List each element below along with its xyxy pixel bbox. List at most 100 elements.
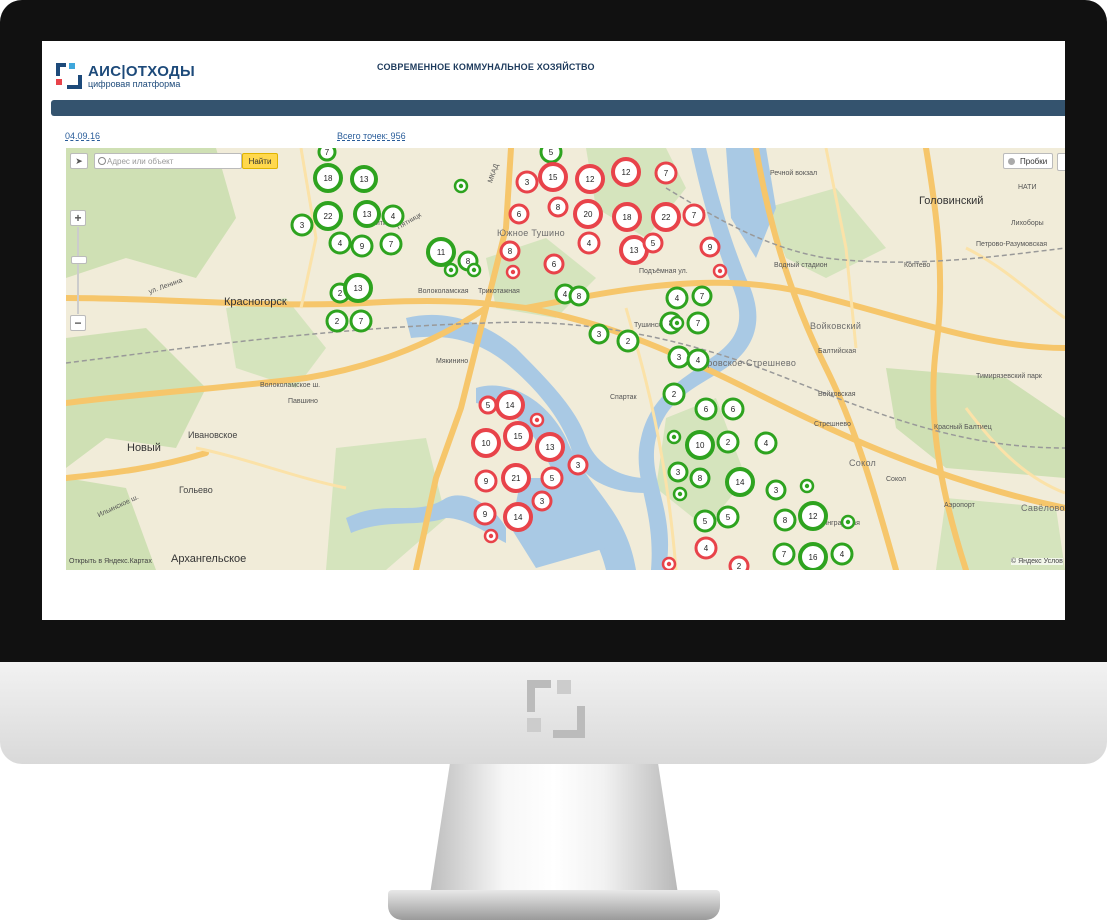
geolocation-button[interactable]: ➤ xyxy=(70,153,88,169)
cluster-marker[interactable]: 18 xyxy=(612,202,642,232)
points-total-link[interactable]: Всего точек: 956 xyxy=(337,131,406,141)
find-button[interactable]: Найти xyxy=(242,153,278,169)
cluster-marker[interactable]: 13 xyxy=(350,165,378,193)
cluster-marker[interactable]: 8 xyxy=(773,508,797,532)
cluster-marker[interactable]: 4 xyxy=(694,536,718,560)
cluster-marker[interactable]: 2 xyxy=(716,430,740,454)
cluster-marker[interactable]: 3 xyxy=(667,461,689,483)
cluster-marker[interactable]: 8 xyxy=(689,467,711,489)
cluster-marker[interactable]: 3 xyxy=(531,490,553,512)
cluster-marker[interactable]: 3 xyxy=(667,345,691,369)
cluster-marker[interactable]: 5 xyxy=(716,505,740,529)
cluster-marker[interactable]: 14 xyxy=(495,390,525,420)
cluster-marker[interactable]: 2 xyxy=(662,382,686,406)
cluster-marker[interactable]: 9 xyxy=(350,234,374,258)
layers-button[interactable] xyxy=(1057,153,1065,171)
cluster-marker[interactable]: 5 xyxy=(478,395,498,415)
cluster-marker[interactable]: 13 xyxy=(343,273,373,303)
app-logo[interactable]: АИС|ОТХОДЫ цифровая платформа xyxy=(56,63,195,89)
cluster-marker[interactable]: 4 xyxy=(381,204,405,228)
single-point-marker[interactable] xyxy=(799,478,815,494)
cluster-marker[interactable]: 12 xyxy=(575,164,605,194)
cluster-marker[interactable]: 20 xyxy=(573,199,603,229)
search-input[interactable]: Адрес или объект xyxy=(94,153,242,169)
cluster-marker[interactable]: 7 xyxy=(682,203,706,227)
cluster-marker[interactable]: 8 xyxy=(568,285,590,307)
map-view[interactable]: Красногорск Головинский Войковский Сокол… xyxy=(66,148,1065,570)
single-point-marker[interactable] xyxy=(505,264,521,280)
single-point-marker[interactable] xyxy=(443,262,459,278)
cluster-marker[interactable]: 22 xyxy=(313,201,343,231)
single-point-marker[interactable] xyxy=(712,263,728,279)
zoom-out-button[interactable]: − xyxy=(70,315,86,331)
zoom-slider-track[interactable] xyxy=(77,227,79,314)
zoom-slider-handle[interactable] xyxy=(71,256,87,264)
cluster-marker[interactable]: 7 xyxy=(317,148,337,162)
zoom-in-button[interactable]: + xyxy=(70,210,86,226)
open-in-yandex-link[interactable]: Открыть в Яндекс.Картах xyxy=(69,558,152,565)
cluster-marker[interactable]: 22 xyxy=(651,202,681,232)
cluster-marker[interactable]: 4 xyxy=(665,286,689,310)
cluster-count: 5 xyxy=(726,513,731,522)
cluster-marker[interactable]: 13 xyxy=(353,200,381,228)
cluster-marker[interactable]: 7 xyxy=(654,161,678,185)
cluster-marker[interactable]: 10 xyxy=(685,430,715,460)
cluster-marker[interactable]: 14 xyxy=(725,467,755,497)
cluster-marker[interactable]: 5 xyxy=(539,148,563,164)
cluster-marker[interactable]: 3 xyxy=(290,213,314,237)
cluster-marker[interactable]: 7 xyxy=(379,232,403,256)
cluster-marker[interactable]: 4 xyxy=(328,231,352,255)
cluster-marker[interactable]: 3 xyxy=(567,454,589,476)
cluster-marker[interactable]: 5 xyxy=(693,509,717,533)
cluster-count: 7 xyxy=(664,169,669,178)
traffic-button[interactable]: Пробки xyxy=(1003,153,1053,169)
cluster-marker[interactable]: 9 xyxy=(473,502,497,526)
cluster-marker[interactable]: 4 xyxy=(577,231,601,255)
cluster-marker[interactable]: 2 xyxy=(616,329,640,353)
cluster-marker[interactable]: 3 xyxy=(765,479,787,501)
cluster-marker[interactable]: 7 xyxy=(349,309,373,333)
map-copyright[interactable]: © Яндекс Услов xyxy=(1011,558,1063,565)
single-point-marker[interactable] xyxy=(666,429,682,445)
cluster-marker[interactable]: 4 xyxy=(754,431,778,455)
cluster-marker[interactable]: 4 xyxy=(686,348,710,372)
cluster-marker[interactable]: 5 xyxy=(540,466,564,490)
cluster-marker[interactable]: 12 xyxy=(611,157,641,187)
cluster-marker[interactable]: 21 xyxy=(501,463,531,493)
single-point-marker[interactable] xyxy=(483,528,499,544)
cluster-marker[interactable]: 9 xyxy=(699,236,721,258)
cluster-marker[interactable]: 7 xyxy=(772,542,796,566)
cluster-marker[interactable]: 2 xyxy=(325,309,349,333)
cluster-marker[interactable]: 6 xyxy=(508,203,530,225)
cluster-marker[interactable]: 6 xyxy=(543,253,565,275)
cluster-marker[interactable]: 16 xyxy=(798,542,828,570)
cluster-marker[interactable]: 15 xyxy=(503,421,533,451)
cluster-marker[interactable]: 14 xyxy=(503,502,533,532)
cluster-marker[interactable]: 6 xyxy=(694,397,718,421)
cluster-marker[interactable]: 7 xyxy=(686,311,710,335)
single-point-marker[interactable] xyxy=(672,486,688,502)
single-point-marker[interactable] xyxy=(661,556,677,570)
single-point-marker[interactable] xyxy=(453,178,469,194)
cluster-marker[interactable]: 13 xyxy=(535,432,565,462)
cluster-marker[interactable]: 3 xyxy=(588,323,610,345)
cluster-marker[interactable]: 12 xyxy=(798,501,828,531)
cluster-marker[interactable]: 15 xyxy=(538,162,568,192)
single-point-marker[interactable] xyxy=(840,514,856,530)
cluster-marker[interactable]: 9 xyxy=(474,469,498,493)
cluster-marker[interactable]: 18 xyxy=(313,163,343,193)
cluster-marker[interactable]: 11 xyxy=(426,237,456,267)
single-point-marker[interactable] xyxy=(669,315,685,331)
cluster-marker[interactable]: 2 xyxy=(728,555,750,570)
single-point-marker[interactable] xyxy=(466,262,482,278)
single-point-marker[interactable] xyxy=(529,412,545,428)
cluster-marker[interactable]: 6 xyxy=(721,397,745,421)
cluster-marker[interactable]: 10 xyxy=(471,428,501,458)
cluster-marker[interactable]: 5 xyxy=(642,232,664,254)
cluster-marker[interactable]: 3 xyxy=(515,170,539,194)
cluster-marker[interactable]: 8 xyxy=(499,240,521,262)
date-selector-link[interactable]: 04.09.16 xyxy=(65,131,100,141)
cluster-marker[interactable]: 7 xyxy=(691,285,713,307)
cluster-marker[interactable]: 4 xyxy=(830,542,854,566)
cluster-marker[interactable]: 8 xyxy=(547,196,569,218)
